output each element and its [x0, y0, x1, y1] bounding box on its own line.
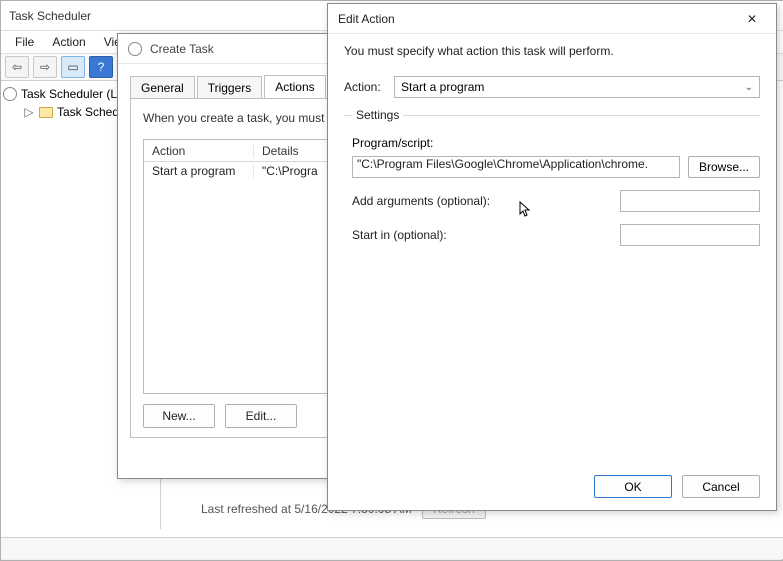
- startin-row: Start in (optional):: [352, 224, 760, 246]
- edit-action-title: Edit Action: [338, 12, 395, 26]
- tab-triggers[interactable]: Triggers: [197, 76, 263, 99]
- dialog-buttons: OK Cancel: [594, 475, 760, 498]
- ok-button[interactable]: OK: [594, 475, 672, 498]
- col-action-header[interactable]: Action: [144, 144, 254, 158]
- settings-fieldset: Settings Program/script: "C:\Program Fil…: [344, 108, 760, 246]
- program-input[interactable]: "C:\Program Files\Google\Chrome\Applicat…: [352, 156, 680, 178]
- clock-icon: [3, 87, 17, 101]
- help-button[interactable]: ?: [89, 56, 113, 78]
- arguments-row: Add arguments (optional):: [352, 190, 760, 212]
- edit-action-description: You must specify what action this task w…: [344, 44, 760, 58]
- expand-icon[interactable]: ▷: [23, 105, 35, 119]
- edit-button[interactable]: Edit...: [225, 404, 297, 428]
- bottom-bar: [1, 537, 783, 559]
- browse-button[interactable]: Browse...: [688, 156, 760, 178]
- row-action: Start a program: [144, 164, 254, 178]
- program-row: "C:\Program Files\Google\Chrome\Applicat…: [352, 156, 760, 178]
- cancel-button[interactable]: Cancel: [682, 475, 760, 498]
- tab-general[interactable]: General: [130, 76, 195, 99]
- settings-legend: Settings: [352, 108, 403, 122]
- edit-action-dialog: Edit Action ✕ You must specify what acti…: [327, 3, 777, 511]
- startin-label: Start in (optional):: [352, 228, 620, 242]
- startin-input[interactable]: [620, 224, 760, 246]
- dialog-close-button[interactable]: ✕: [738, 8, 766, 30]
- edit-action-body: You must specify what action this task w…: [328, 34, 776, 246]
- edit-action-titlebar: Edit Action ✕: [328, 4, 776, 34]
- arguments-input[interactable]: [620, 190, 760, 212]
- tab-actions[interactable]: Actions: [264, 75, 325, 99]
- folder-icon: [39, 107, 53, 118]
- arguments-label: Add arguments (optional):: [352, 194, 620, 208]
- back-button[interactable]: ⇦: [5, 56, 29, 78]
- action-select[interactable]: Start a program ⌄: [394, 76, 760, 98]
- action-select-value: Start a program: [401, 80, 484, 94]
- create-task-title: Create Task: [150, 42, 214, 56]
- clock-icon: [128, 42, 142, 56]
- menu-file[interactable]: File: [7, 33, 42, 51]
- forward-button[interactable]: ⇨: [33, 56, 57, 78]
- menu-action[interactable]: Action: [44, 33, 93, 51]
- program-label: Program/script:: [352, 136, 760, 150]
- tool-tree-button[interactable]: ▭: [61, 56, 85, 78]
- chevron-down-icon: ⌄: [745, 82, 753, 93]
- new-button[interactable]: New...: [143, 404, 215, 428]
- action-label: Action:: [344, 80, 394, 94]
- tree-root-label: Task Scheduler (L: [21, 87, 117, 101]
- action-field-row: Action: Start a program ⌄: [344, 76, 760, 98]
